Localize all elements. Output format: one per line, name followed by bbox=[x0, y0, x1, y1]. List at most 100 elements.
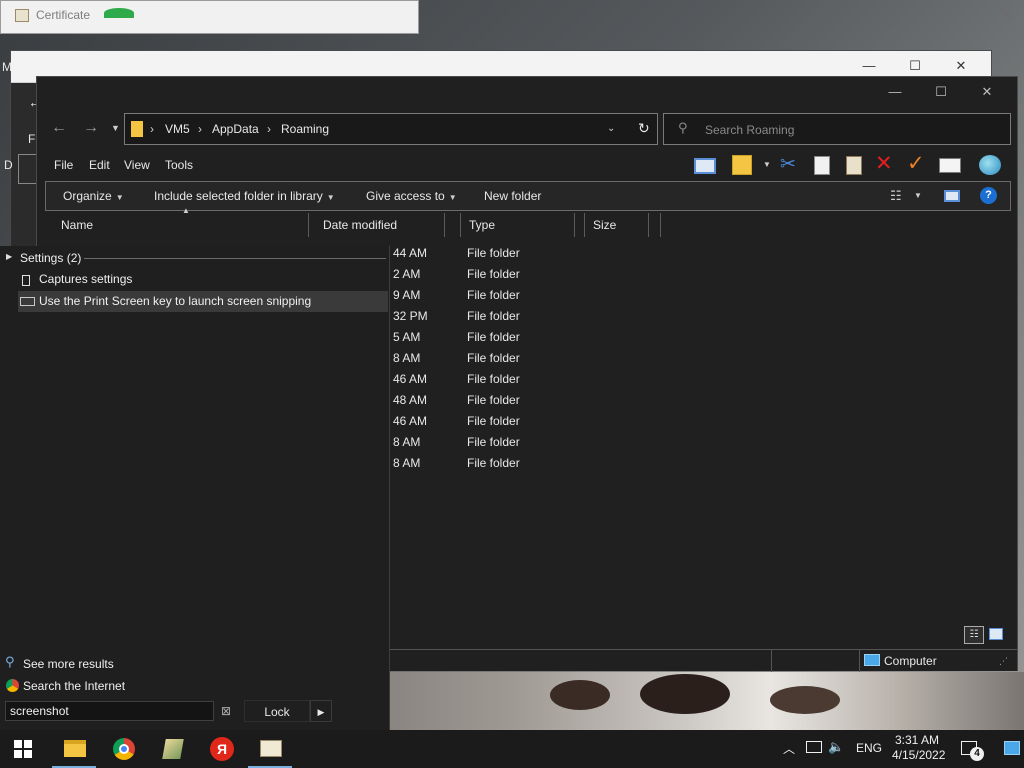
settings-app-icon bbox=[22, 275, 30, 286]
folder-icon bbox=[131, 121, 143, 137]
include-in-library-button[interactable]: Include selected folder in library ▼ bbox=[154, 189, 335, 203]
folder-view-chevron-icon[interactable]: ▼ bbox=[763, 160, 771, 169]
menu-file[interactable]: File bbox=[54, 158, 73, 172]
organize-button[interactable]: Organize ▼ bbox=[63, 189, 124, 203]
large-icons-view-icon[interactable] bbox=[989, 628, 1003, 640]
status-divider bbox=[859, 650, 860, 672]
new-folder-button[interactable]: New folder bbox=[484, 189, 541, 203]
column-header-date[interactable]: Date modified bbox=[315, 213, 445, 237]
explorer-titlebar[interactable]: — ☐ ✕ bbox=[37, 77, 1017, 107]
organize-chevron-icon: ▼ bbox=[115, 193, 124, 202]
menu-edit[interactable]: Edit bbox=[89, 158, 110, 172]
details-view-icon[interactable]: ☷ bbox=[964, 626, 984, 644]
recent-locations-chevron-icon[interactable]: ▼ bbox=[111, 123, 120, 133]
menu-tools[interactable]: Tools bbox=[165, 158, 193, 172]
row-type: File folder bbox=[467, 330, 520, 344]
row-date: 5 AM bbox=[393, 330, 421, 344]
language-indicator[interactable]: ENG bbox=[856, 741, 882, 755]
desktop-icon-green bbox=[104, 8, 134, 18]
column-header-gap bbox=[445, 213, 461, 237]
search-placeholder: Search Roaming bbox=[705, 123, 795, 137]
result-print-screen-setting[interactable]: Use the Print Screen key to launch scree… bbox=[18, 291, 388, 312]
start-search-input[interactable] bbox=[5, 701, 214, 721]
forward-arrow-icon[interactable]: → bbox=[83, 119, 99, 137]
result-captures-settings[interactable]: Captures settings bbox=[18, 269, 388, 290]
minimize-button[interactable]: — bbox=[873, 77, 917, 107]
row-type: File folder bbox=[467, 309, 520, 323]
folder-view-icon[interactable] bbox=[732, 155, 752, 175]
give-access-button[interactable]: Give access to ▼ bbox=[366, 189, 457, 203]
chrome-icon bbox=[6, 679, 19, 692]
certificate-close-button[interactable]: ✕ bbox=[999, 5, 1012, 23]
row-date: 8 AM bbox=[393, 435, 421, 449]
delete-icon[interactable]: ✕ bbox=[875, 151, 893, 176]
paste-icon[interactable] bbox=[846, 156, 862, 175]
column-header-gap bbox=[575, 213, 585, 237]
breadcrumb-vm5[interactable]: VM5 bbox=[165, 122, 190, 136]
show-desktop-icon[interactable] bbox=[1004, 741, 1020, 755]
column-headers: Name ▲ Date modified Type Size bbox=[45, 206, 661, 237]
cut-icon[interactable]: ✂ bbox=[780, 153, 796, 176]
taskbar-app-tools[interactable] bbox=[150, 730, 194, 768]
volume-icon[interactable]: 🔈 bbox=[828, 739, 844, 755]
background-window-label-fragment: D bbox=[4, 158, 13, 172]
see-more-search-icon: ⚲ bbox=[5, 654, 15, 669]
give-access-chevron-icon: ▼ bbox=[448, 193, 457, 202]
address-dropdown-chevron-icon[interactable]: ⌄ bbox=[607, 123, 615, 134]
taskbar-yandex[interactable]: Я bbox=[199, 730, 243, 768]
resize-grip-icon[interactable]: ⋰ bbox=[999, 656, 1008, 667]
see-more-results-link[interactable]: See more results bbox=[23, 657, 114, 671]
row-type: File folder bbox=[467, 393, 520, 407]
expand-arrow-icon[interactable]: ▶ bbox=[6, 252, 12, 261]
give-access-label: Give access to bbox=[366, 189, 445, 203]
start-search-panel: ▶ Settings (2) Captures settings Use the… bbox=[0, 246, 390, 730]
taskbar-certificate[interactable] bbox=[248, 730, 292, 768]
globe-icon[interactable] bbox=[979, 155, 1001, 175]
status-divider bbox=[771, 650, 772, 672]
view-options-icon[interactable]: ☷ bbox=[890, 188, 902, 204]
start-button[interactable] bbox=[0, 730, 44, 768]
row-type: File folder bbox=[467, 435, 520, 449]
background-window-menu-fragment: M bbox=[2, 60, 12, 74]
row-type: File folder bbox=[467, 288, 520, 302]
power-options-arrow-button[interactable]: ▶ bbox=[310, 700, 332, 722]
address-bar[interactable]: › VM5 › AppData › Roaming ⌄ ↻ bbox=[124, 113, 658, 145]
settings-group-header[interactable]: Settings (2) bbox=[20, 251, 81, 265]
breadcrumb-roaming[interactable]: Roaming bbox=[281, 122, 329, 136]
network-icon[interactable] bbox=[806, 741, 822, 753]
close-button[interactable]: ✕ bbox=[965, 77, 1009, 107]
copy-icon[interactable] bbox=[814, 156, 830, 175]
column-header-type[interactable]: Type bbox=[461, 213, 575, 237]
search-internet-link[interactable]: Search the Internet bbox=[23, 679, 125, 693]
clock[interactable]: 3:31 AM 4/15/2022 bbox=[892, 733, 946, 763]
refresh-icon[interactable]: ↻ bbox=[638, 120, 650, 137]
clock-date: 4/15/2022 bbox=[892, 748, 946, 762]
taskbar-file-explorer[interactable] bbox=[52, 730, 96, 768]
include-chevron-icon: ▼ bbox=[326, 193, 335, 202]
lock-button[interactable]: Lock bbox=[244, 700, 310, 722]
help-icon[interactable]: ? bbox=[980, 187, 997, 204]
certificate-window[interactable]: Certificate ✕ bbox=[0, 0, 1012, 34]
preview-toggle-icon[interactable] bbox=[944, 190, 960, 202]
breadcrumb-appdata[interactable]: AppData bbox=[212, 122, 259, 136]
view-options-chevron-icon[interactable]: ▼ bbox=[914, 191, 922, 200]
preview-pane-icon[interactable] bbox=[694, 158, 716, 174]
computer-icon bbox=[864, 654, 880, 666]
search-icon: ⚲ bbox=[678, 120, 688, 135]
column-header-name[interactable]: Name bbox=[45, 213, 309, 237]
show-hidden-icons-chevron-icon[interactable]: ︿ bbox=[783, 740, 795, 757]
menu-view[interactable]: View bbox=[124, 158, 150, 172]
properties-icon[interactable] bbox=[939, 158, 961, 173]
checkmark-icon[interactable]: ✓ bbox=[907, 151, 925, 176]
column-header-size[interactable]: Size bbox=[585, 213, 649, 237]
maximize-button[interactable]: ☐ bbox=[919, 77, 963, 107]
clear-search-icon[interactable]: ⊠ bbox=[221, 704, 231, 718]
row-date: 8 AM bbox=[393, 456, 421, 470]
taskbar-chrome[interactable] bbox=[101, 730, 145, 768]
result-label: Use the Print Screen key to launch scree… bbox=[39, 294, 312, 308]
back-arrow-icon[interactable]: ← bbox=[51, 119, 67, 137]
windows-logo-icon bbox=[14, 740, 32, 758]
search-box[interactable]: ⚲ Search Roaming bbox=[663, 113, 1011, 145]
result-label: Captures settings bbox=[39, 272, 133, 286]
column-name-label: Name bbox=[61, 218, 94, 232]
